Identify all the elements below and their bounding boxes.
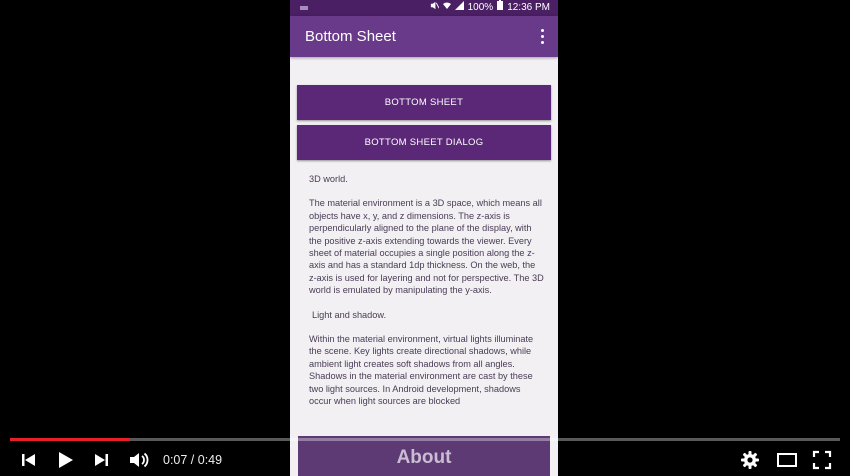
settings-gear-icon[interactable] <box>740 450 760 470</box>
paragraph-lights: Within the material environment, virtual… <box>309 334 534 369</box>
status-time: 12:36 PM <box>507 2 550 13</box>
battery-percent: 100% <box>467 2 494 13</box>
status-bar: 100% 12:36 PM <box>290 0 558 16</box>
theater-mode-icon[interactable] <box>776 450 798 470</box>
player-controls: 0:07 / 0:49 <box>0 444 850 476</box>
time-display: 0:07 / 0:49 <box>163 453 223 467</box>
app-title: Bottom Sheet <box>305 28 396 45</box>
play-icon[interactable] <box>56 450 74 470</box>
wifi-icon <box>442 0 451 16</box>
mute-icon <box>430 0 440 16</box>
paragraph-shadows: Shadows in the material environment are … <box>309 371 533 407</box>
overflow-menu-icon[interactable] <box>532 24 552 48</box>
content-text: 3D world. The material environment is a … <box>309 173 545 408</box>
paragraph-light-shadow-title: Light and shadow. <box>312 309 387 320</box>
volume-icon[interactable] <box>128 450 150 470</box>
progress-bar[interactable] <box>10 438 840 441</box>
bottom-sheet-dialog-button[interactable]: BOTTOM SHEET DIALOG <box>297 125 551 160</box>
previous-icon[interactable] <box>20 450 36 470</box>
app-bar: Bottom Sheet <box>290 16 558 57</box>
bottom-sheet-button[interactable]: BOTTOM SHEET <box>297 85 551 120</box>
fullscreen-icon[interactable] <box>812 450 832 470</box>
progress-fill <box>10 438 129 441</box>
phone-screen: 100% 12:36 PM Bottom Sheet BOTTOM SHEET … <box>290 0 558 476</box>
paragraph-3d-world: The material environment is a 3D space, … <box>309 198 544 296</box>
signal-icon <box>454 0 464 16</box>
paragraph-3d-world-title: 3D world. <box>309 174 348 184</box>
next-icon[interactable] <box>94 450 110 470</box>
battery-icon <box>497 0 504 16</box>
notification-icon <box>298 0 310 16</box>
